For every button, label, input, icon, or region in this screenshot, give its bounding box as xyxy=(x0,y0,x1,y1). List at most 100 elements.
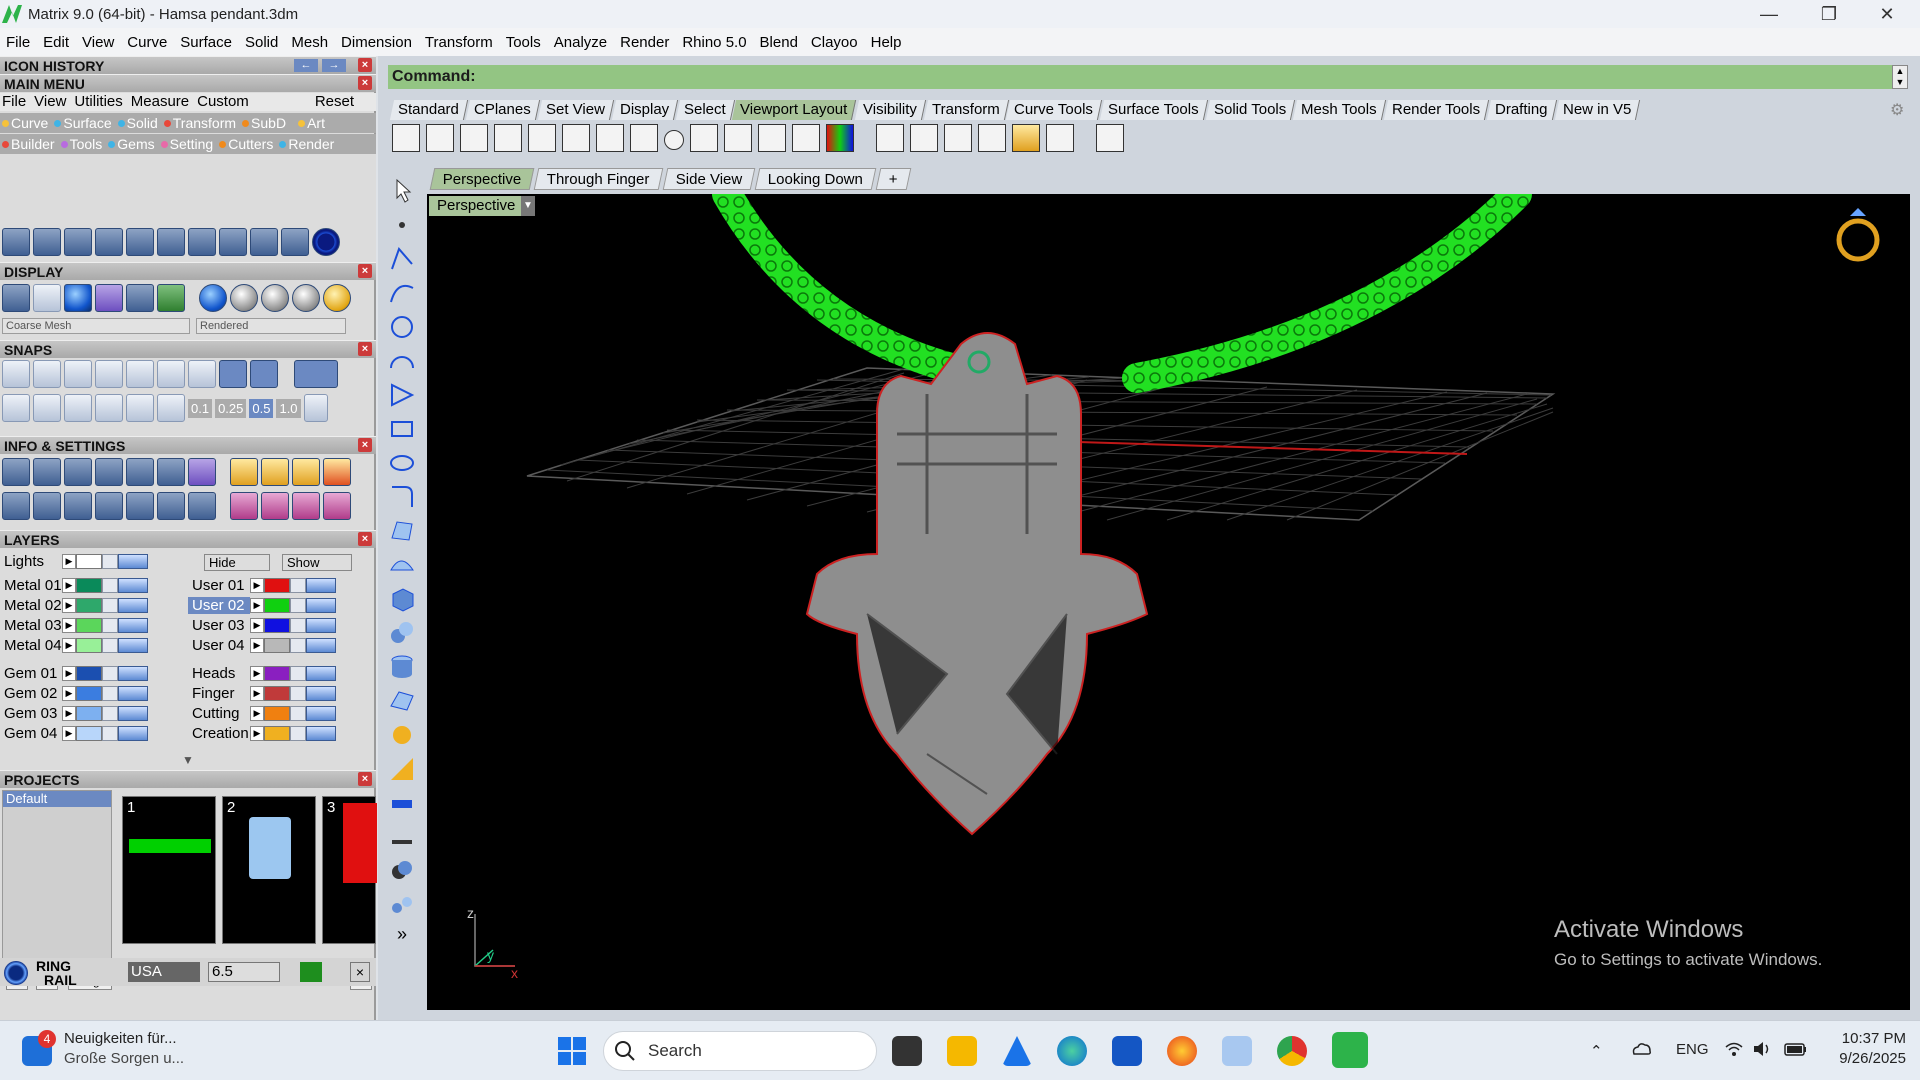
project-default[interactable]: Default xyxy=(3,791,111,807)
layer-row[interactable]: User 04 ▶ xyxy=(188,636,336,655)
grid-layout-icon[interactable] xyxy=(2,492,30,520)
layer-color-swatch[interactable] xyxy=(76,618,102,633)
layer-lock-icon[interactable] xyxy=(290,666,306,681)
menu-file[interactable]: File xyxy=(6,34,30,51)
layer-visibility-icon[interactable] xyxy=(306,598,336,613)
note-3-icon[interactable] xyxy=(323,458,351,486)
news-subtitle[interactable]: Große Sorgen u... xyxy=(64,1050,184,1067)
gear-icon[interactable]: ⚙ xyxy=(1890,100,1910,120)
layer-lock-icon[interactable] xyxy=(290,686,306,701)
snap-step-10[interactable]: 1.0 xyxy=(276,398,301,418)
menu-view[interactable]: View xyxy=(82,34,114,51)
blue-material-icon[interactable] xyxy=(199,284,227,312)
orient-icon[interactable] xyxy=(250,228,278,256)
layer-expand-icon[interactable]: ▶ xyxy=(62,666,76,681)
layer-visibility-icon[interactable] xyxy=(118,578,148,593)
layer-lock-icon[interactable] xyxy=(102,578,118,593)
layer-visibility-icon[interactable] xyxy=(306,726,336,741)
palette-icon[interactable] xyxy=(188,458,216,486)
layer-name[interactable]: Gem 03 xyxy=(0,705,62,722)
toolbar-tab[interactable]: Display xyxy=(611,100,678,120)
single-viewport-icon[interactable] xyxy=(460,124,488,152)
edit-icon[interactable] xyxy=(387,822,417,852)
print-icon[interactable] xyxy=(1096,124,1124,152)
layer-expand-icon[interactable]: ▶ xyxy=(62,618,76,633)
trim-icon[interactable] xyxy=(281,228,309,256)
snap-center-icon[interactable] xyxy=(126,360,154,388)
snipping-tool-icon[interactable] xyxy=(1222,1036,1252,1066)
clock-time[interactable]: 10:37 PM xyxy=(1826,1030,1906,1047)
add-viewport-tab-icon[interactable]: + xyxy=(876,168,912,190)
toolbar-tab[interactable]: Curve Tools xyxy=(1006,100,1103,120)
color-icon[interactable] xyxy=(826,124,854,152)
chrome-material-icon[interactable] xyxy=(292,284,320,312)
cylinder-tool-icon[interactable] xyxy=(387,652,417,682)
layer-visibility-icon[interactable] xyxy=(306,706,336,721)
ring-standard-select[interactable]: USA xyxy=(128,962,200,982)
circle-tool-icon[interactable] xyxy=(387,312,417,342)
close-icon[interactable]: × xyxy=(358,772,372,786)
surface-icon[interactable] xyxy=(387,516,417,546)
prong-icon[interactable] xyxy=(261,492,289,520)
rectangle-icon[interactable] xyxy=(387,414,417,444)
layer-name[interactable]: User 02 xyxy=(188,597,250,614)
menu-render[interactable]: Render xyxy=(620,34,669,51)
folder-icon[interactable] xyxy=(1012,124,1040,152)
layer-name[interactable]: User 04 xyxy=(188,637,250,654)
scale-icon[interactable] xyxy=(157,228,185,256)
filter-icon[interactable] xyxy=(126,492,154,520)
firefox-icon[interactable] xyxy=(1167,1036,1197,1066)
array-icon[interactable] xyxy=(219,228,247,256)
layer-color-swatch[interactable] xyxy=(76,598,102,613)
layer-visibility-icon[interactable] xyxy=(118,726,148,741)
main-menu-custom[interactable]: Custom xyxy=(197,93,249,111)
onedrive-icon[interactable] xyxy=(1630,1040,1652,1060)
table-icon[interactable] xyxy=(188,492,216,520)
polygon-icon[interactable] xyxy=(387,380,417,410)
layer-color-swatch[interactable] xyxy=(264,578,290,593)
layer-color-swatch[interactable] xyxy=(76,686,102,701)
puzzle-icon[interactable] xyxy=(387,720,417,750)
layer-name[interactable]: Creation xyxy=(188,725,250,742)
export-icon[interactable] xyxy=(1046,124,1074,152)
menu-mesh[interactable]: Mesh xyxy=(291,34,328,51)
shaded-icon[interactable] xyxy=(64,284,92,312)
gold-material-icon[interactable] xyxy=(323,284,351,312)
close-icon[interactable]: × xyxy=(358,438,372,452)
chrome-icon[interactable] xyxy=(1277,1036,1307,1066)
close-icon[interactable]: × xyxy=(358,264,372,278)
menu-clayoo[interactable]: Clayoo xyxy=(811,34,858,51)
move-icon[interactable] xyxy=(126,228,154,256)
main-menu-file[interactable]: File xyxy=(2,93,26,111)
layer-color-swatch[interactable] xyxy=(76,554,102,569)
layer-color-swatch[interactable] xyxy=(264,666,290,681)
close-icon[interactable]: × xyxy=(358,76,372,90)
minimize-button[interactable]: — xyxy=(1740,0,1798,28)
store-icon[interactable] xyxy=(1112,1036,1142,1066)
toolbar-tab[interactable]: New in V5 xyxy=(1554,100,1641,120)
toolbar-tab[interactable]: Set View xyxy=(537,100,614,120)
layer-name[interactable]: Metal 03 xyxy=(0,617,62,634)
layer-color-swatch[interactable] xyxy=(264,618,290,633)
grid-toggle-icon[interactable] xyxy=(724,124,752,152)
menu-dimension[interactable]: Dimension xyxy=(341,34,412,51)
layer-expand-icon[interactable]: ▶ xyxy=(250,638,264,653)
project-thumb-3[interactable]: 3 xyxy=(322,796,377,944)
category-gems[interactable]: Gems xyxy=(106,136,155,152)
toolbar-tab[interactable]: Surface Tools xyxy=(1100,100,1209,120)
menu-blend[interactable]: Blend xyxy=(760,34,798,51)
menu-tools[interactable]: Tools xyxy=(506,34,541,51)
layer-color-swatch[interactable] xyxy=(76,726,102,741)
viewport-grid-icon[interactable] xyxy=(630,124,658,152)
layers-expander-icon[interactable]: ▼ xyxy=(0,753,376,771)
snap-step-025[interactable]: 0.25 xyxy=(215,398,247,418)
layer-visibility-icon[interactable] xyxy=(118,706,148,721)
select-arrow-icon[interactable] xyxy=(387,176,417,206)
circle-icon[interactable] xyxy=(312,228,340,256)
curve-control-icon[interactable] xyxy=(387,278,417,308)
search-icon[interactable] xyxy=(33,458,61,486)
ellipse-tool-icon[interactable] xyxy=(387,448,417,478)
ring-run-icon[interactable] xyxy=(300,962,322,982)
rendered-icon[interactable] xyxy=(95,284,123,312)
ring-size-select[interactable]: 6.5 xyxy=(208,962,280,982)
